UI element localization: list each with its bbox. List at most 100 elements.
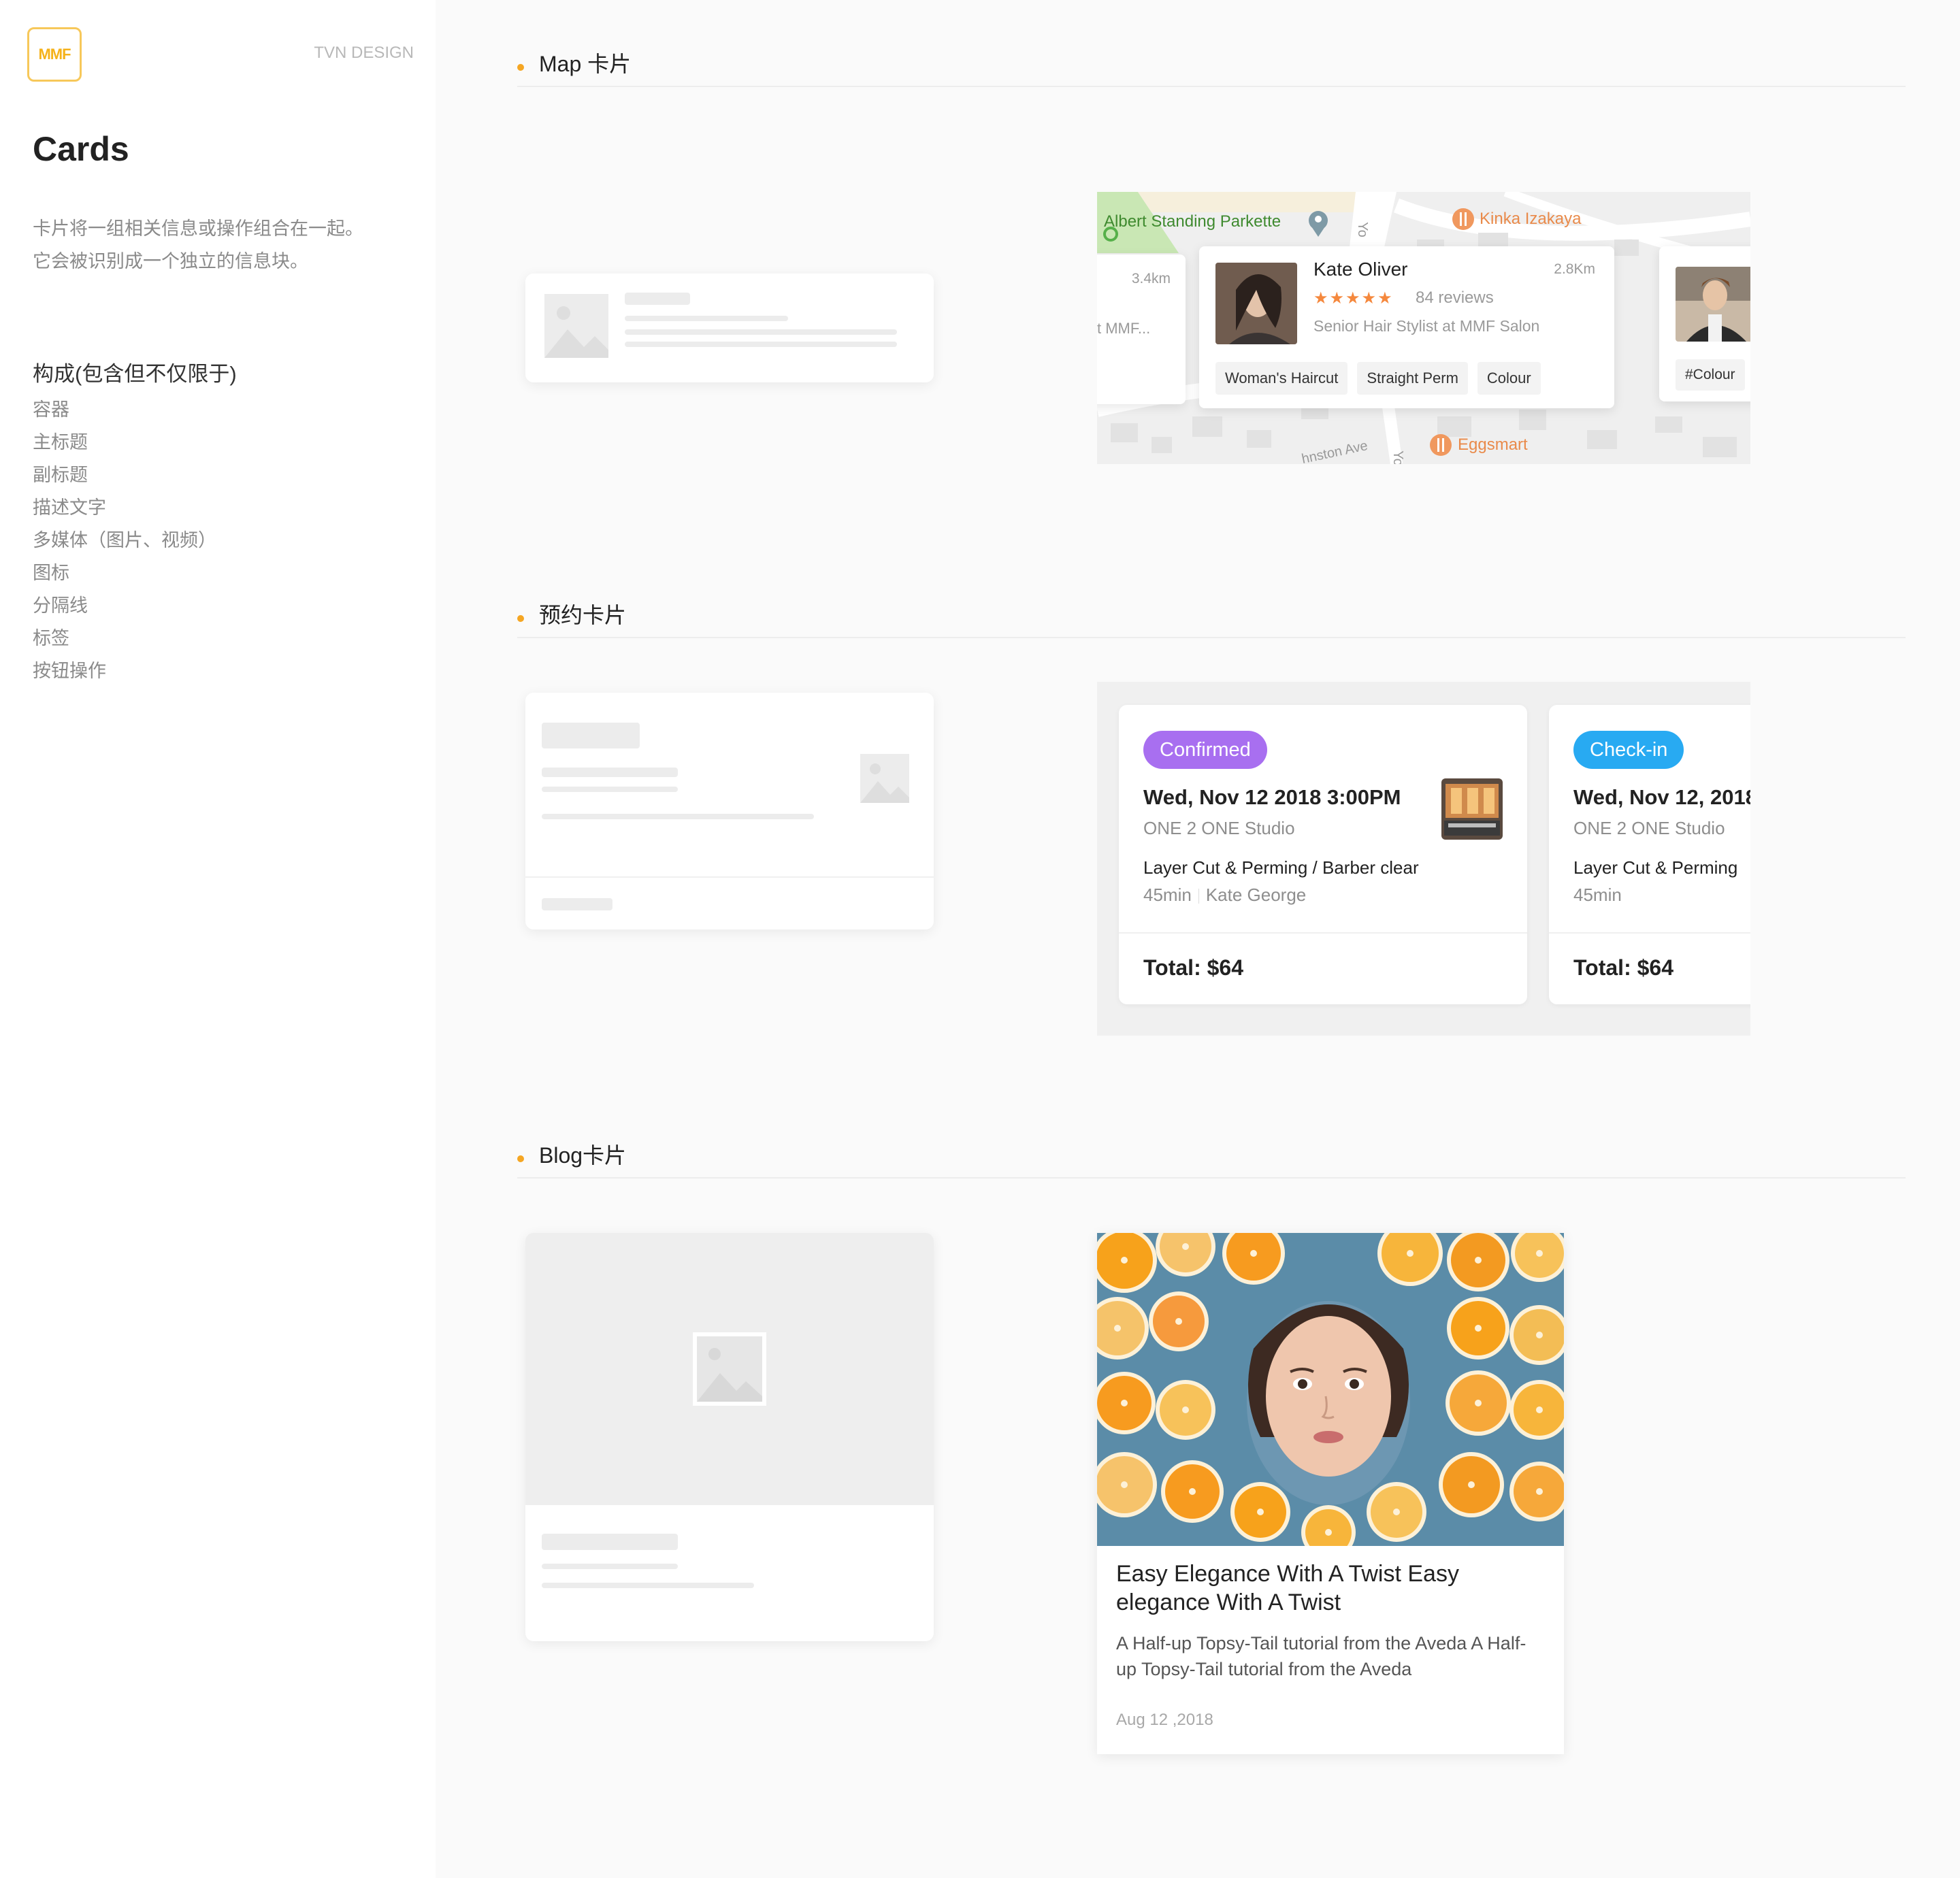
image-placeholder-icon	[544, 294, 608, 358]
citrus-slice-core	[1468, 1481, 1475, 1488]
brand-label: TVN DESIGN	[314, 44, 414, 62]
salon-label: t MMF...	[1097, 320, 1151, 337]
citrus-slice-core	[1325, 1529, 1332, 1536]
citrus-slice-core	[1407, 1250, 1414, 1257]
map-card-wireframe	[525, 274, 934, 382]
map-stylist-card-right[interactable]: #Colour	[1659, 246, 1750, 401]
blog-date: Aug 12 ,2018	[1116, 1711, 1213, 1729]
text-placeholder	[542, 1583, 754, 1588]
map-poi-park[interactable]: Albert Standing Parkette	[1104, 212, 1281, 231]
stylist-role: Senior Hair Stylist at MMF Salon	[1313, 317, 1540, 335]
studio-name: ONE 2 ONE Studio	[1143, 818, 1295, 838]
divider	[525, 876, 934, 878]
sidebar: MMF TVN DESIGN Cards 卡片将一组相关信息或操作组合在一起。 …	[0, 0, 436, 1878]
booking-card[interactable]: Check-in Wed, Nov 12, 2018 ONE 2 ONE Stu…	[1549, 705, 1750, 1004]
booking-card-wireframe	[525, 693, 934, 929]
stylist-avatar	[1215, 263, 1297, 344]
page-description: 卡片将一组相关信息或操作组合在一起。 它会被识别成一个独立的信息块。	[33, 212, 400, 278]
text-placeholder	[625, 342, 897, 347]
status-badge: Check-in	[1573, 731, 1684, 769]
citrus-slice-core	[1475, 1400, 1482, 1406]
composition-item: 图标	[33, 563, 69, 583]
title-placeholder	[625, 293, 690, 305]
divider	[1119, 932, 1527, 934]
text-placeholder	[542, 1564, 678, 1569]
appointment-date: Wed, Nov 12, 2018	[1573, 785, 1750, 809]
mmf-logo[interactable]: MMF	[27, 27, 82, 82]
street-label: Yo	[1390, 450, 1405, 464]
tag-list: Woman's Haircut Straight Perm Colour	[1215, 362, 1541, 395]
street-label: Yo	[1354, 222, 1370, 237]
citrus-slice-core	[1121, 1257, 1128, 1264]
composition-item: 按钮操作	[33, 661, 106, 681]
composition-title: 构成(包含但不仅限于)	[33, 362, 237, 386]
description-line: 它会被识别成一个独立的信息块。	[33, 251, 308, 271]
blog-description: A Half-up Topsy-Tail tutorial from the A…	[1116, 1633, 1526, 1679]
booking-card-example: Confirmed Wed, Nov 12 2018 3:00PM ONE 2 …	[1097, 682, 1750, 1036]
text-placeholder	[625, 329, 897, 335]
citrus-slice-core	[1121, 1400, 1128, 1406]
appointment-meta: 45min Kate George	[1143, 885, 1306, 906]
citrus-slice-core	[1114, 1325, 1121, 1332]
booking-card[interactable]: Confirmed Wed, Nov 12 2018 3:00PM ONE 2 …	[1119, 705, 1527, 1004]
duration: 45min	[1573, 885, 1622, 905]
citrus-slice-core	[1121, 1481, 1128, 1488]
status-badge: Confirmed	[1143, 731, 1267, 769]
blog-card-wireframe	[525, 1233, 934, 1641]
map-stylist-card[interactable]: Kate Oliver 2.8Km ★★★★★ 84 reviews Senio…	[1199, 246, 1614, 408]
composition-item: 容器	[33, 399, 69, 420]
studio-name: ONE 2 ONE Studio	[1573, 818, 1725, 838]
composition-item: 标签	[33, 628, 69, 648]
bullet-dot	[517, 1155, 524, 1162]
stylist-name: Kate George	[1205, 885, 1307, 905]
description-line: 卡片将一组相关信息或操作组合在一起。	[33, 218, 363, 239]
distance-label: 2.8Km	[1554, 261, 1595, 277]
citrus-slice-core	[1250, 1250, 1257, 1257]
duration: 45min	[1143, 885, 1192, 905]
section-title: Map 卡片	[539, 52, 632, 76]
distance-label: 3.4km	[1131, 271, 1171, 286]
bullet-dot	[517, 64, 524, 71]
section-header-blog: Blog卡片	[517, 1142, 1906, 1179]
total-price: Total: $64	[1573, 955, 1673, 980]
stylist-avatar	[1676, 267, 1750, 342]
appointment-meta: 45min	[1573, 885, 1622, 906]
service-tag[interactable]: #Colour	[1676, 359, 1745, 391]
section-title: Blog卡片	[539, 1143, 627, 1168]
service-tag[interactable]: Colour	[1477, 362, 1541, 395]
map-poi-eggsmart[interactable]: Eggsmart	[1458, 435, 1528, 455]
section-header-booking: 预约卡片	[517, 602, 1906, 638]
blog-title[interactable]: Easy Elegance With A Twist Easy elegance…	[1116, 1560, 1538, 1617]
reviews-count[interactable]: 84 reviews	[1416, 289, 1494, 308]
composition-item: 主标题	[33, 432, 88, 452]
text-placeholder	[542, 768, 678, 777]
section-header-map: Map 卡片	[517, 50, 1906, 87]
separator	[1198, 889, 1199, 904]
composition-item: 分隔线	[33, 595, 88, 616]
stylist-name[interactable]: Kate Oliver	[1313, 259, 1408, 280]
citrus-slice-core	[1536, 1250, 1543, 1257]
blog-card[interactable]: Easy Elegance With A Twist Easy elegance…	[1097, 1233, 1564, 1754]
image-area-placeholder	[525, 1233, 934, 1505]
citrus-slice-core	[1475, 1325, 1482, 1332]
total-price: Total: $64	[1143, 955, 1243, 980]
citrus-slice-core	[1257, 1509, 1264, 1515]
composition-item: 多媒体（图片、视频）	[33, 530, 216, 550]
text-placeholder	[542, 787, 678, 792]
citrus-slice-core	[1475, 1257, 1482, 1264]
service-tag[interactable]: Straight Perm	[1357, 362, 1468, 395]
composition-item: 描述文字	[33, 497, 106, 518]
citrus-slice-core	[1189, 1488, 1196, 1495]
title-placeholder	[542, 723, 640, 748]
text-placeholder	[542, 814, 814, 819]
image-placeholder-icon	[860, 754, 909, 803]
map-card-example[interactable]: Albert Standing Parkette Kinka Izakaya E…	[1097, 192, 1750, 464]
star-rating-icon: ★★★★★	[1313, 289, 1394, 308]
composition-list: 容器 主标题 副标题 描述文字 多媒体（图片、视频） 图标 分隔线 标签 按钮操…	[33, 393, 216, 687]
blog-cover-image[interactable]	[1097, 1233, 1564, 1546]
studio-thumbnail	[1441, 778, 1503, 840]
map-poi-restaurant[interactable]: Kinka Izakaya	[1480, 210, 1581, 229]
map-stylist-card-left[interactable]: 3.4km t MMF...	[1097, 254, 1186, 404]
service-tag[interactable]: Woman's Haircut	[1215, 362, 1348, 395]
appointment-date: Wed, Nov 12 2018 3:00PM	[1143, 785, 1401, 809]
